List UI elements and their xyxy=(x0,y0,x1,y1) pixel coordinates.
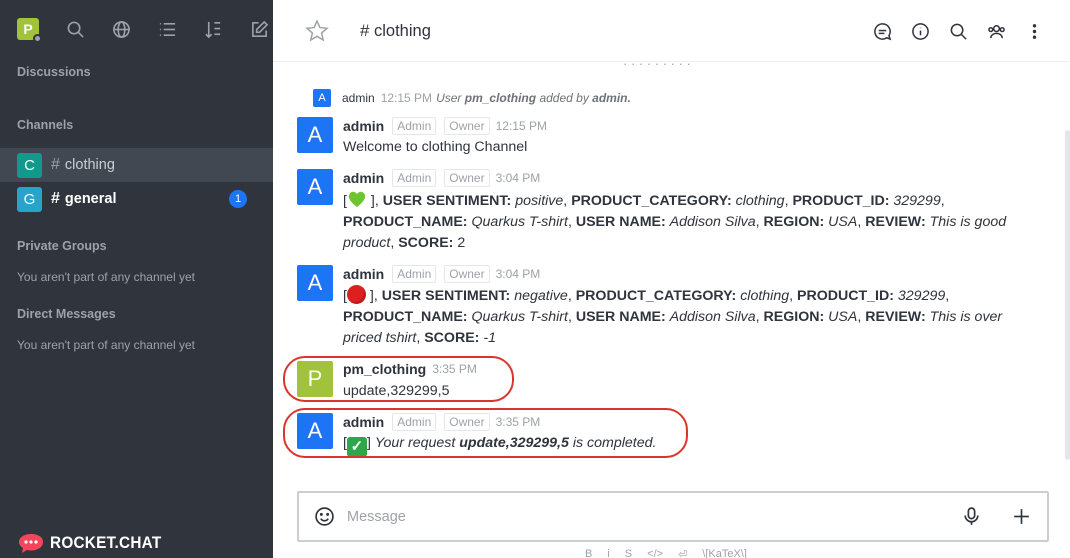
message-body: Welcome to clothing Channel xyxy=(343,139,528,155)
sidebar-item-label: clothing xyxy=(64,157,115,173)
user-avatar-initial: P xyxy=(23,21,33,37)
avatar[interactable]: A xyxy=(297,117,333,153)
hashtag-icon: # xyxy=(360,21,370,40)
room-header: # clothing xyxy=(273,0,1070,62)
avatar[interactable]: A xyxy=(297,265,333,301)
unread-badge: 1 xyxy=(229,190,247,208)
discussion-icon[interactable] xyxy=(872,21,892,41)
system-actor: admin. xyxy=(592,91,631,105)
avatar[interactable]: A xyxy=(297,169,333,205)
username[interactable]: admin xyxy=(343,118,384,134)
add-icon[interactable] xyxy=(1011,506,1032,527)
message-list: · · · · · · · · · A admin 12:15 PM User … xyxy=(273,62,1070,472)
message: A admin Admin Owner 3:04 PM [ ], USER SE… xyxy=(297,265,1017,349)
private-groups-empty-text: You aren't part of any channel yet xyxy=(17,270,195,284)
system-subject: pm_clothing xyxy=(464,91,537,105)
sidebar-section-discussions[interactable]: Discussions xyxy=(0,65,91,79)
truncated-message-text: · · · · · · · · · xyxy=(623,62,691,71)
message-timestamp: 12:15 PM xyxy=(495,119,547,133)
sidebar-section-channels: Channels xyxy=(17,118,74,132)
katex-format-button[interactable]: \[KaTeX\] xyxy=(702,548,747,558)
channel-avatar: C xyxy=(17,152,42,178)
message-header: admin Admin Owner 12:15 PM xyxy=(343,117,547,135)
rocket-chat-logo-icon xyxy=(19,534,43,553)
strike-format-button[interactable]: S xyxy=(625,548,632,558)
message-timestamp: 3:04 PM xyxy=(495,171,541,185)
direct-messages-empty-text: You aren't part of any channel yet xyxy=(17,338,195,352)
avatar[interactable]: A xyxy=(313,89,331,107)
role-badge: Admin xyxy=(392,117,437,135)
red-circle-emoji-icon xyxy=(346,285,366,304)
message-body: [ ], USER SENTIMENT: positive, PRODUCT_C… xyxy=(343,189,1023,254)
page-title: clothing xyxy=(374,22,431,40)
search-icon[interactable] xyxy=(948,21,968,41)
role-badge: Owner xyxy=(444,265,490,283)
channel-avatar: G xyxy=(17,186,42,212)
sidebar-toolbar: P xyxy=(0,0,273,58)
message-input[interactable] xyxy=(347,505,927,529)
emoji-picker-icon[interactable] xyxy=(314,506,335,527)
annotation-highlight xyxy=(283,356,514,402)
members-icon[interactable] xyxy=(986,21,1006,41)
role-badge: Admin xyxy=(392,265,437,283)
info-icon[interactable] xyxy=(910,21,930,41)
app-window: P Discussions Channels C # clothing G # … xyxy=(0,0,1070,558)
annotation-highlight xyxy=(283,408,688,458)
message-timestamp: 3:04 PM xyxy=(495,267,541,281)
header-actions xyxy=(872,21,1044,41)
message: A admin Admin Owner 3:04 PM [ ], USER SE… xyxy=(297,169,1017,253)
message-list-scrollbar[interactable] xyxy=(1064,62,1070,460)
message-body: [ ], USER SENTIMENT: negative, PRODUCT_C… xyxy=(343,285,1023,349)
hashtag-icon: # xyxy=(51,156,60,173)
message-header: admin Admin Owner 3:04 PM xyxy=(343,265,540,283)
user-status-indicator xyxy=(33,34,42,43)
username[interactable]: admin xyxy=(342,91,375,105)
create-new-icon[interactable] xyxy=(249,19,269,39)
message: A admin Admin Owner 12:15 PM Welcome to … xyxy=(297,117,1017,159)
user-avatar[interactable]: P xyxy=(17,18,42,43)
message-timestamp: 12:15 PM xyxy=(380,91,433,105)
sidebar-item-general[interactable]: G # general 1 xyxy=(0,182,273,216)
main-content: # clothing · · · · · · · · · A admin 12:… xyxy=(273,0,1070,558)
logo-text: ROCKET.CHAT xyxy=(50,533,162,552)
username[interactable]: admin xyxy=(343,170,384,186)
sidebar: P Discussions Channels C # clothing G # … xyxy=(0,0,273,558)
directory-globe-icon[interactable] xyxy=(111,19,131,39)
kebab-menu-icon[interactable] xyxy=(1024,21,1044,41)
multiline-format-button[interactable]: ⏎ xyxy=(678,548,687,558)
system-text: added by xyxy=(539,91,589,105)
sidebar-section-private-groups: Private Groups xyxy=(17,239,107,253)
microphone-icon[interactable] xyxy=(961,506,982,527)
sidebar-item-clothing[interactable]: C # clothing xyxy=(0,148,273,182)
italic-format-button[interactable]: i xyxy=(607,548,609,558)
formatting-toolbar: B i S </> ⏎ \[KaTeX\] xyxy=(585,548,747,558)
code-format-button[interactable]: </> xyxy=(647,548,663,558)
system-text: User xyxy=(436,91,462,105)
display-list-icon[interactable] xyxy=(157,19,177,39)
message-header: admin Admin Owner 3:04 PM xyxy=(343,169,540,187)
bold-format-button[interactable]: B xyxy=(585,548,592,558)
rocket-chat-logo: ROCKET.CHAT xyxy=(17,532,174,554)
search-icon[interactable] xyxy=(65,19,85,39)
scrollbar-thumb[interactable] xyxy=(1065,130,1070,460)
star-favorite-icon[interactable] xyxy=(305,19,329,43)
username[interactable]: admin xyxy=(343,266,384,282)
sidebar-section-direct-messages: Direct Messages xyxy=(17,307,116,321)
green-heart-emoji-icon xyxy=(347,189,367,209)
sort-icon[interactable] xyxy=(203,19,223,39)
message-composer xyxy=(297,491,1049,542)
role-badge: Owner xyxy=(444,169,490,187)
system-message: A admin 12:15 PM User pm_clothing added … xyxy=(313,89,631,107)
sidebar-item-label: general xyxy=(64,191,117,207)
role-badge: Owner xyxy=(444,117,490,135)
hashtag-icon: # xyxy=(51,190,60,207)
role-badge: Admin xyxy=(392,169,437,187)
